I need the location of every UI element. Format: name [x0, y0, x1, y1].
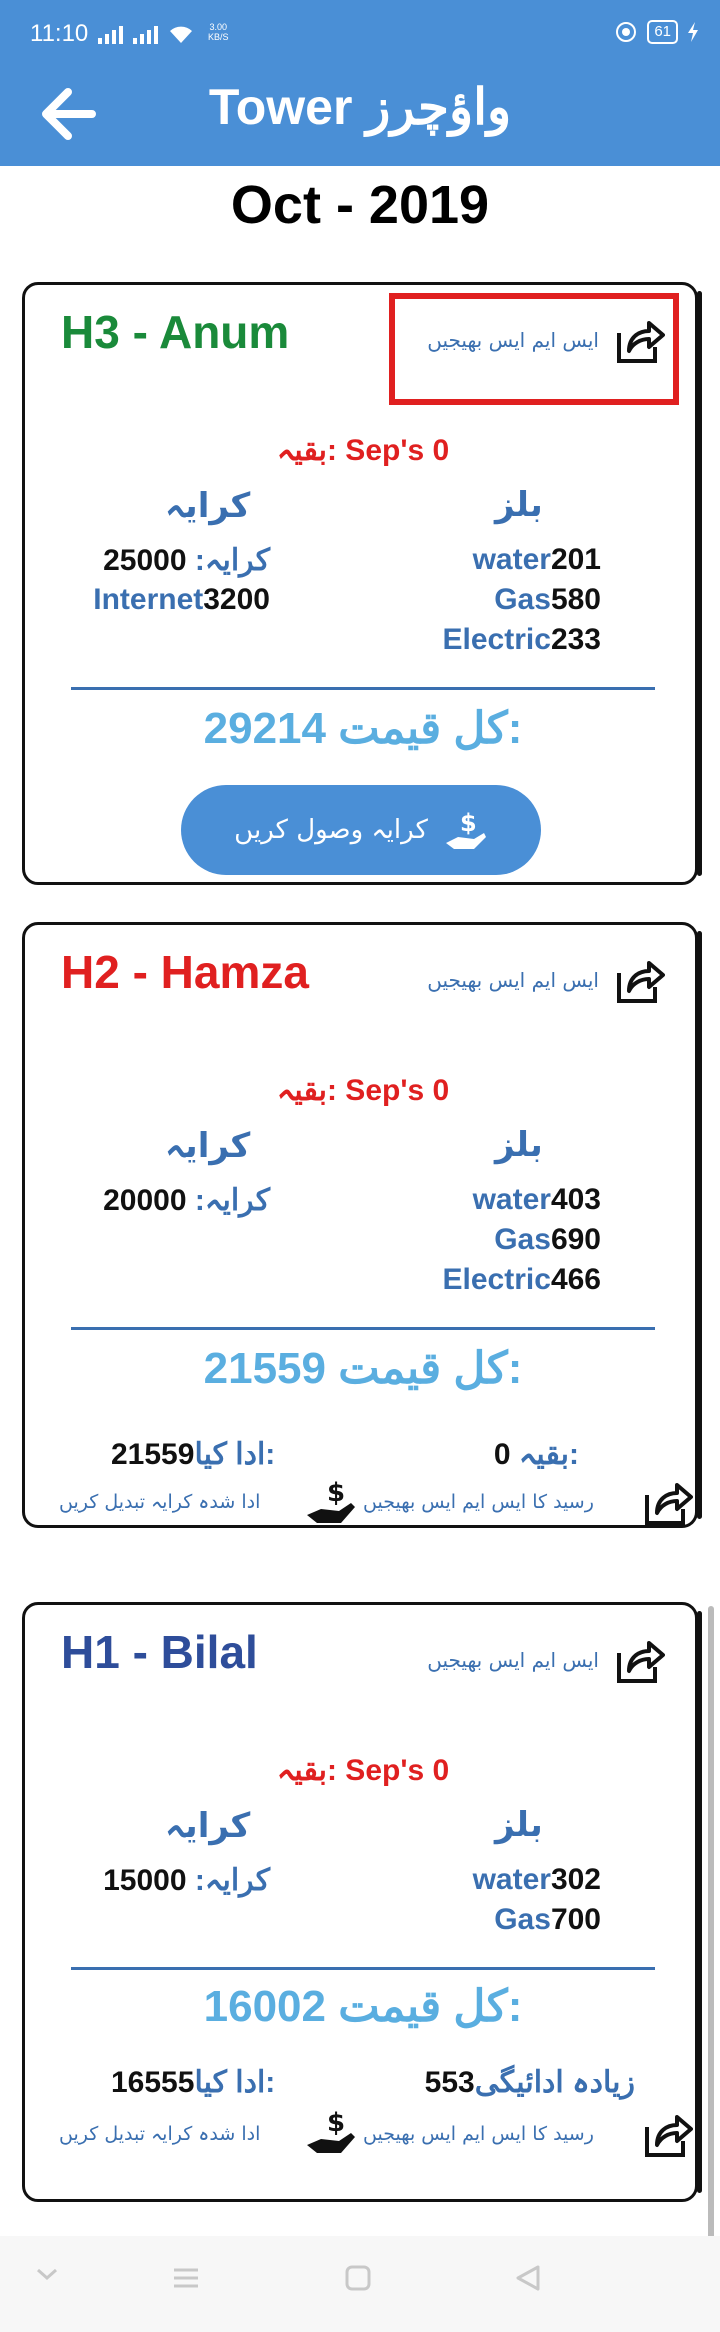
bills-title: بلز	[495, 1125, 543, 1165]
rent-title: کرایہ	[165, 1806, 251, 1846]
app-bar: 11:10 3.00 KB/S 61 Tower واؤچرز	[0, 0, 720, 166]
bills-title: بلز	[495, 1805, 543, 1845]
toolbar: Tower واؤچرز	[0, 76, 720, 156]
tenant-card-h2: H2 - Hamza ایس ایم ایس بھیجیں بقیہ: Sep'…	[22, 922, 702, 1528]
wifi-icon	[170, 26, 192, 43]
rent-title: کرایہ	[165, 486, 251, 526]
svg-text:$: $	[327, 1478, 345, 1508]
network-speed: 3.00 KB/S	[208, 22, 229, 42]
bill-row: water201	[472, 543, 601, 576]
status-bar: 11:10 3.00 KB/S 61	[0, 0, 720, 70]
send-sms-button[interactable]: ایس ایم ایس بھیجیں	[427, 955, 665, 1005]
svg-text:$: $	[460, 809, 477, 837]
bill-row: Gas580	[494, 583, 601, 616]
month-heading: Oct - 2019	[230, 175, 490, 235]
tenant-name: H2 - Hamza	[61, 946, 309, 998]
remaining-balance: بقیہ: Sep's 0	[276, 1074, 450, 1107]
change-paid-label[interactable]: ادا شدہ کرایہ تبدیل کریں	[59, 1491, 260, 1513]
tenant-name: H3 - Anum	[61, 306, 290, 358]
divider	[71, 1967, 655, 1970]
balance-amount: 0 بقیہ:	[493, 1438, 579, 1471]
divider	[71, 1327, 655, 1330]
paid-amount: 16555ادا کیا:	[111, 2066, 276, 2099]
change-paid-label[interactable]: ادا شدہ کرایہ تبدیل کریں	[59, 2123, 260, 2145]
data-saver-icon	[616, 22, 637, 42]
share-icon	[617, 1641, 665, 1683]
bills-title: بلز	[495, 485, 543, 525]
overpayment-amount: 553زیادہ ادائیگی	[424, 2066, 635, 2099]
home-square-icon[interactable]	[344, 2264, 372, 2292]
send-sms-button[interactable]: ایس ایم ایس بھیجیں	[427, 1635, 665, 1685]
receipt-sms-label[interactable]: رسید کا ایس ایم ایس بھیجیں	[363, 1491, 594, 1513]
tenant-name: H1 - Bilal	[61, 1626, 258, 1678]
battery-icon: 61	[647, 20, 678, 44]
scrollbar[interactable]	[708, 1606, 714, 2332]
sms-highlight-box	[389, 293, 679, 405]
signal-icon	[98, 24, 194, 44]
tenant-card-h1: H1 - Bilal ایس ایم ایس بھیجیں بقیہ: Sep'…	[22, 1602, 702, 2202]
content: Oct - 2019 H3 - Anum ایس ایم ایس بھیجیں …	[0, 166, 720, 2332]
back-triangle-icon[interactable]	[514, 2264, 542, 2292]
cash-hand-icon[interactable]: $	[305, 2105, 361, 2157]
paid-amount: 21559ادا کیا:	[111, 1438, 276, 1471]
page-title: Tower واؤچرز	[208, 79, 512, 135]
bill-row: water302	[472, 1863, 601, 1896]
chevron-down-icon[interactable]	[34, 2264, 60, 2284]
rent-row: Internet3200	[93, 583, 270, 616]
bill-row: Electric233	[442, 623, 601, 656]
share-icon[interactable]	[637, 1477, 693, 1527]
status-time: 11:10	[30, 20, 89, 47]
collect-rent-button[interactable]: کرایہ وصول کریں $	[181, 785, 541, 875]
total-price: 29214 کل قیمت:	[203, 704, 523, 753]
share-icon	[617, 961, 665, 1003]
bill-row: Gas700	[494, 1903, 601, 1936]
rent-row: کرایہ: 20000	[103, 1184, 270, 1217]
status-right: 61	[615, 20, 698, 44]
bill-row: Gas690	[494, 1223, 601, 1256]
send-sms-label: ایس ایم ایس بھیجیں	[427, 968, 599, 992]
rent-row: کرایہ: 25000	[103, 544, 270, 577]
total-price: 16002 کل قیمت:	[203, 1982, 523, 2031]
menu-icon[interactable]	[172, 2264, 200, 2292]
share-icon[interactable]	[637, 2109, 693, 2159]
cash-hand-icon: $	[445, 809, 486, 849]
remaining-balance: بقیہ: Sep's 0	[276, 1754, 450, 1787]
divider	[71, 687, 655, 690]
svg-text:$: $	[327, 2108, 345, 2138]
system-nav-bar	[0, 2236, 720, 2332]
bill-row: Electric466	[442, 1263, 601, 1296]
charging-icon	[688, 22, 698, 42]
remaining-balance: بقیہ: Sep's 0	[276, 434, 450, 467]
cash-hand-icon[interactable]: $	[305, 1475, 361, 1527]
send-sms-label: ایس ایم ایس بھیجیں	[427, 1648, 599, 1672]
bill-row: water403	[472, 1183, 601, 1216]
total-price: 21559 کل قیمت:	[203, 1344, 523, 1393]
rent-row: کرایہ: 15000	[103, 1864, 270, 1897]
receipt-sms-label[interactable]: رسید کا ایس ایم ایس بھیجیں	[363, 2123, 594, 2145]
rent-title: کرایہ	[165, 1126, 251, 1166]
tenant-card-h3: H3 - Anum ایس ایم ایس بھیجیں بقیہ: Sep's…	[22, 282, 702, 885]
